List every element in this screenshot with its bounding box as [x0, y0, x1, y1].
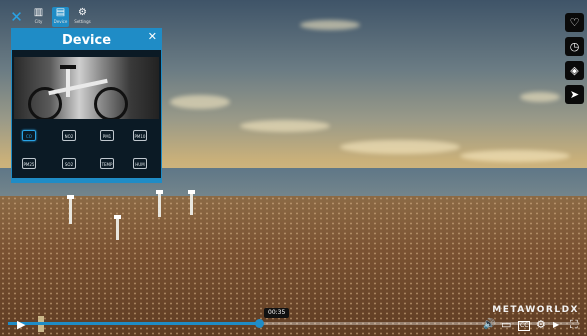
bike-seat — [60, 65, 76, 69]
video-frame[interactable]: ✕ ▥ City ▤ Device ⚙ Settings Device ✕ CO — [0, 0, 587, 336]
sensor-pm25-button[interactable]: PM25 — [22, 158, 36, 169]
device-panel-header: Device ✕ — [12, 29, 161, 50]
sensor-label: PM10 — [134, 134, 146, 139]
cloud — [170, 95, 230, 109]
toolbar-city-button[interactable]: ▥ City — [30, 7, 47, 27]
sensor-label: PM1 — [102, 134, 112, 139]
sensor-label: CO — [26, 134, 32, 139]
bike-frame — [66, 67, 70, 97]
sensor-grid: CO NO2 PM1 PM10 PM25 SO2 TEMP HUM — [16, 126, 157, 176]
sensor-label: HUM — [135, 162, 145, 167]
tower — [156, 190, 163, 217]
progress-fill — [8, 322, 260, 325]
share-icon[interactable]: ➤ — [565, 85, 584, 104]
sensor-pm10-button[interactable]: PM10 — [133, 130, 147, 141]
volume-icon[interactable]: 🔊 — [483, 318, 495, 332]
top-toolbar: ✕ ▥ City ▤ Device ⚙ Settings — [8, 7, 91, 27]
device-panel: Device ✕ CO NO2 PM1 PM10 PM25 SO2 TEMP H… — [11, 28, 162, 183]
sensor-pm1-button[interactable]: PM1 — [100, 130, 114, 141]
cloud — [460, 150, 570, 162]
toolbar-settings-button[interactable]: ⚙ Settings — [74, 7, 91, 27]
sensor-co-button[interactable]: CO — [22, 130, 36, 141]
sensor-no2-button[interactable]: NO2 — [62, 130, 76, 141]
settings-icon[interactable]: ⚙ — [536, 318, 546, 332]
cc-button[interactable]: CC — [518, 321, 531, 331]
time-tooltip: 00:35 — [264, 308, 290, 318]
device-panel-title: Device — [61, 33, 112, 48]
subtitles-icon[interactable]: ▭ — [501, 318, 511, 332]
city-texture — [0, 196, 587, 336]
device-icon: ▤ — [55, 7, 66, 18]
tower — [188, 190, 195, 215]
close-icon[interactable]: ✕ — [148, 30, 157, 44]
building-icon: ▥ — [33, 7, 44, 18]
fullscreen-icon[interactable]: ⛶ — [570, 318, 578, 332]
cloud — [520, 92, 560, 102]
panel-bottom-bar — [12, 178, 161, 182]
side-button-column: ♡ ◷ ◈ ➤ — [565, 13, 584, 104]
youtube-icon[interactable]: ▶ — [553, 318, 559, 332]
play-button[interactable]: ▶ — [17, 318, 25, 332]
settings-icon: ⚙ — [78, 7, 87, 18]
brand-logo: METAWORLDX — [492, 305, 579, 315]
clock-icon[interactable]: ◷ — [565, 37, 584, 56]
device-photo — [14, 57, 159, 119]
sensor-label: TEMP — [101, 162, 113, 167]
progress-knob[interactable] — [254, 319, 264, 328]
heart-icon[interactable]: ♡ — [565, 13, 584, 32]
bike-wheel — [94, 87, 128, 119]
sensor-label: SO2 — [64, 162, 74, 167]
sensor-so2-button[interactable]: SO2 — [62, 158, 76, 169]
layers-icon[interactable]: ◈ — [565, 61, 584, 80]
toolbar-city-label: City — [34, 19, 43, 24]
cloud — [300, 20, 360, 30]
toolbar-settings-label: Settings — [74, 19, 91, 24]
tower — [67, 195, 74, 224]
close-x-icon[interactable]: ✕ — [8, 7, 25, 27]
sensor-label: NO2 — [64, 134, 74, 139]
cloud — [240, 120, 330, 132]
sensor-hum-button[interactable]: HUM — [133, 158, 147, 169]
toolbar-device-label: Device — [53, 19, 68, 24]
toolbar-device-button[interactable]: ▤ Device — [52, 7, 69, 27]
sensor-label: PM25 — [23, 162, 35, 167]
tower — [114, 215, 121, 240]
sensor-temp-button[interactable]: TEMP — [100, 158, 114, 169]
cloud — [340, 140, 460, 154]
